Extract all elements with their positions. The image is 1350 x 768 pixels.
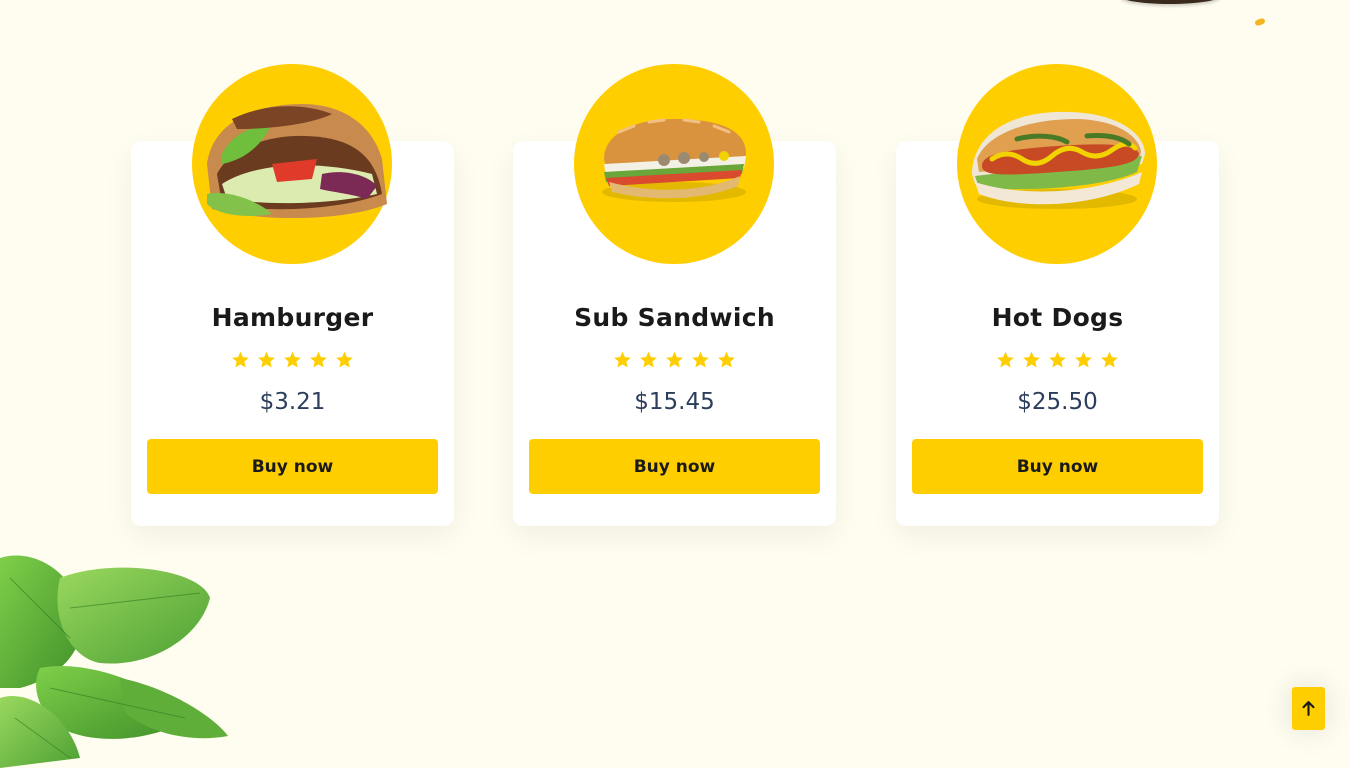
buy-now-button[interactable]: Buy now	[529, 439, 820, 494]
star-icon	[1099, 350, 1120, 370]
decorative-food-image	[1120, 0, 1220, 4]
product-name: Hamburger	[211, 303, 374, 332]
star-icon	[282, 350, 303, 370]
product-name: Sub Sandwich	[574, 303, 775, 332]
decorative-crumb	[1254, 17, 1266, 27]
product-name: Hot Dogs	[991, 303, 1124, 332]
mint-leaf-decoration	[0, 555, 228, 768]
arrow-up-icon	[1302, 701, 1315, 716]
star-icon	[638, 350, 659, 370]
star-icon	[1073, 350, 1094, 370]
product-rating	[131, 350, 454, 374]
product-image-circle	[192, 64, 392, 264]
doner-sandwich-image	[207, 104, 387, 219]
star-icon	[230, 350, 251, 370]
star-icon	[716, 350, 737, 370]
product-price: $25.50	[1017, 389, 1098, 415]
star-icon	[995, 350, 1016, 370]
star-icon	[612, 350, 633, 370]
star-icon	[690, 350, 711, 370]
star-icon	[334, 350, 355, 370]
product-image-circle	[957, 64, 1157, 264]
star-icon	[1021, 350, 1042, 370]
product-card-hamburger: Hamburger $3.21 Buy now	[131, 64, 454, 526]
scroll-to-top-button[interactable]	[1292, 687, 1325, 730]
star-icon	[1047, 350, 1068, 370]
star-icon	[308, 350, 329, 370]
product-image-circle	[574, 64, 774, 264]
product-price: $3.21	[259, 389, 326, 415]
hot-dog-image	[972, 111, 1145, 209]
sub-sandwich-image	[602, 118, 746, 202]
buy-now-button[interactable]: Buy now	[147, 439, 438, 494]
star-icon	[256, 350, 277, 370]
product-card-hot-dogs: Hot Dogs $25.50 Buy now	[896, 64, 1219, 526]
product-card-sub-sandwich: Sub Sandwich $15.45 Buy now	[513, 64, 836, 526]
page: Hamburger $3.21 Buy now Sub Sandwich $15…	[0, 0, 1350, 768]
product-price: $15.45	[634, 389, 715, 415]
product-rating	[896, 350, 1219, 374]
buy-now-button[interactable]: Buy now	[912, 439, 1203, 494]
star-icon	[664, 350, 685, 370]
product-rating	[513, 350, 836, 374]
